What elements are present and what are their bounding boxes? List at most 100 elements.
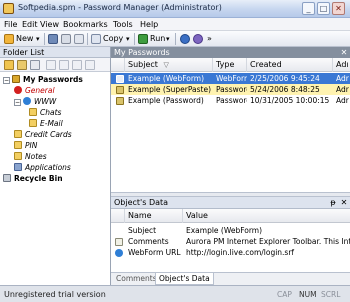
tab-objects-data[interactable]: Object's Data (155, 273, 214, 285)
copy-folder-icon[interactable] (59, 60, 69, 70)
minimize-button[interactable]: _ (302, 2, 315, 15)
num-lock-indicator: NUM (299, 290, 317, 299)
delete-folder-icon[interactable] (30, 60, 40, 70)
window-title: Softpedia.spm - Password Manager (Admini… (18, 3, 222, 12)
column-icon-header[interactable] (111, 58, 125, 72)
web-icon[interactable] (180, 34, 190, 44)
delete-icon[interactable] (61, 34, 71, 44)
title-bar: Softpedia.spm - Password Manager (Admini… (0, 0, 350, 18)
folder-properties-icon[interactable] (85, 60, 95, 70)
password-row[interactable]: Example (WebForm) WebForm 2/25/2006 9:45… (111, 73, 350, 84)
tree-item-e-mail[interactable]: E-Mail (0, 118, 63, 129)
run-button[interactable]: Run (150, 33, 165, 45)
row-type: Password (216, 96, 247, 105)
toolbar-separator (87, 33, 88, 45)
tree-item-www[interactable]: − WWW (0, 96, 56, 107)
object-row[interactable]: Subject Example (WebForm) (111, 225, 350, 236)
object-name: WebForm URL (128, 248, 181, 257)
copy-button[interactable]: Copy (103, 33, 123, 45)
paste-icon[interactable] (72, 60, 82, 70)
row-created: 2/25/2006 9:45:24 (250, 74, 320, 83)
folder-icon (14, 130, 22, 138)
tree-item-general[interactable]: General (0, 85, 55, 96)
app-icon (3, 3, 14, 14)
toolbar: New ▾ Copy ▾ Run ▾ » (0, 31, 350, 47)
column-extra[interactable]: Adı (333, 58, 350, 72)
pin-icon[interactable]: ᵽ (328, 197, 338, 209)
column-created[interactable]: Created (247, 58, 333, 72)
comment-icon (115, 238, 123, 246)
tree-item-label: My Passwords (23, 75, 83, 84)
object-row[interactable]: Comments Aurora PM Internet Explorer Too… (111, 236, 350, 247)
folder-list-panel: Folder List − My Passwords General − WWW C… (0, 47, 111, 285)
row-type: WebForm (216, 74, 247, 83)
folder-icon (29, 108, 37, 116)
column-icon-header[interactable] (111, 209, 125, 223)
caps-lock-indicator: CAP (277, 290, 292, 299)
objects-close-button[interactable]: ✕ (339, 197, 349, 209)
row-extra: Adr (336, 85, 349, 94)
menu-bar: File Edit View Bookmarks Tools Help (0, 18, 350, 31)
passwords-close-button[interactable]: ✕ (339, 47, 349, 58)
new-icon (4, 34, 14, 44)
red-stop-icon (14, 86, 22, 94)
menu-edit[interactable]: Edit (22, 19, 38, 30)
tree-item-credit-cards[interactable]: Credit Cards (0, 129, 72, 140)
tab-comments[interactable]: Comments (113, 273, 160, 285)
row-extra: Adr (336, 74, 349, 83)
recycle-bin-icon (3, 174, 11, 182)
cut-icon[interactable] (46, 60, 56, 70)
menu-bookmarks[interactable]: Bookmarks (63, 19, 108, 30)
new-button[interactable]: New (16, 33, 33, 45)
menu-file[interactable]: File (4, 19, 17, 30)
tree-item-notes[interactable]: Notes (0, 151, 47, 162)
settings-icon[interactable] (193, 34, 203, 44)
column-subject[interactable]: Subject ▽ (125, 58, 213, 72)
collapse-icon[interactable]: − (14, 99, 21, 106)
row-created: 5/24/2006 8:48:25 (250, 85, 320, 94)
toolbar-separator (134, 33, 135, 45)
new-folder-icon[interactable] (4, 60, 14, 70)
tree-item-label: General (25, 86, 55, 95)
tree-item-my-passwords[interactable]: − My Passwords (0, 74, 83, 85)
key-icon (12, 75, 20, 83)
menu-help[interactable]: Help (140, 19, 158, 30)
tree-item-label: Credit Cards (25, 130, 72, 139)
maximize-button[interactable]: □ (317, 2, 330, 15)
tree-item-pin[interactable]: PIN (0, 140, 37, 151)
menu-view[interactable]: View (40, 19, 59, 30)
copy-dropdown-arrow[interactable]: ▾ (126, 33, 130, 45)
save-icon[interactable] (74, 34, 84, 44)
open-folder-icon[interactable] (17, 60, 27, 70)
new-dropdown-arrow[interactable]: ▾ (36, 33, 40, 45)
tree-item-chats[interactable]: Chats (0, 107, 61, 118)
sort-indicator-icon: ▽ (163, 61, 169, 69)
folder-list-title: Folder List (0, 47, 110, 58)
application-icon (14, 163, 22, 171)
objects-column-headers: Name Value (111, 209, 350, 223)
password-row[interactable]: Example (Password) Password 10/31/2005 1… (111, 95, 350, 106)
object-name: Comments (128, 237, 169, 246)
webform-icon (116, 75, 124, 83)
tree-item-label: Notes (25, 152, 47, 161)
status-text: Unregistered trial version (4, 290, 106, 299)
column-name[interactable]: Name (125, 209, 183, 223)
column-type[interactable]: Type (213, 58, 247, 72)
toolbar-separator (175, 33, 176, 45)
tree-item-label: Applications (25, 163, 71, 172)
run-dropdown-arrow[interactable]: ▾ (166, 33, 170, 45)
close-button[interactable]: ✕ (332, 2, 345, 15)
tree-item-applications[interactable]: Applications (0, 162, 71, 173)
collapse-icon[interactable]: − (3, 77, 10, 84)
key-icon (116, 97, 124, 105)
row-subject: Example (WebForm) (128, 74, 205, 83)
object-name: Subject (128, 226, 157, 235)
password-row[interactable]: Example (SuperPaste) Password 5/24/2006 … (111, 84, 350, 95)
tree-item-recycle-bin[interactable]: Recycle Bin (0, 173, 63, 184)
row-subject: Example (Password) (128, 96, 204, 105)
toolbar-overflow-button[interactable]: » (207, 33, 212, 45)
column-value[interactable]: Value (183, 209, 350, 223)
properties-icon[interactable] (48, 34, 58, 44)
object-row[interactable]: WebForm URL http://login.live.com/login.… (111, 247, 350, 258)
menu-tools[interactable]: Tools (113, 19, 133, 30)
